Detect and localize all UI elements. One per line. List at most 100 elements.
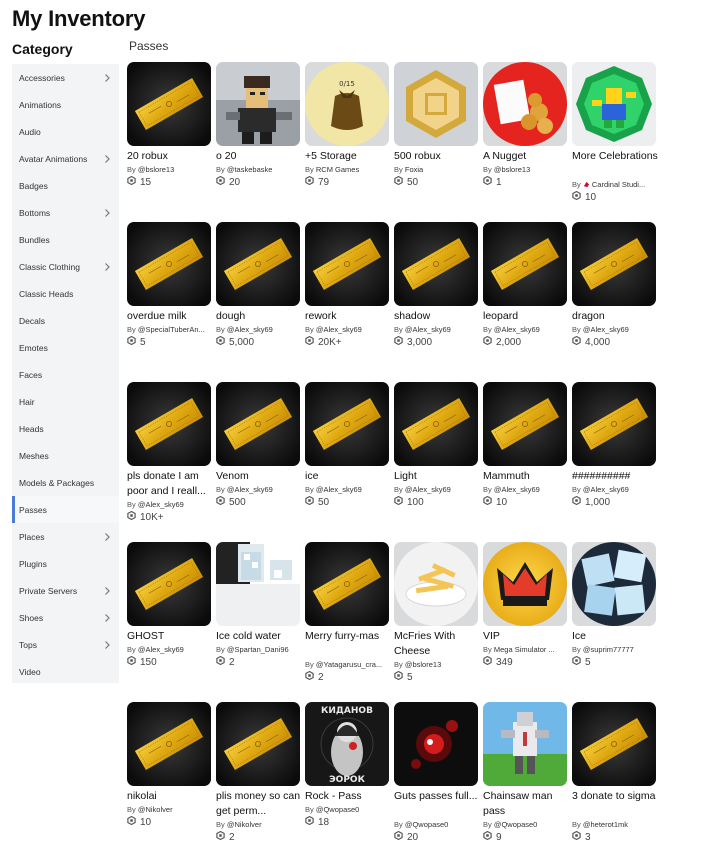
guts-image[interactable] [394, 702, 478, 786]
ticket-icon[interactable] [127, 542, 211, 626]
item-name[interactable]: More Celebrations [572, 149, 658, 178]
creator-link[interactable]: @SpecialTuberAn... [138, 325, 205, 334]
ticket-icon[interactable] [127, 62, 211, 146]
creator-link[interactable]: @Alex_sky69 [583, 485, 629, 494]
sidebar-item-faces[interactable]: Faces [12, 361, 119, 388]
rock-singer-image[interactable]: КИДАНОВ ЭОРОК [305, 702, 389, 786]
ticket-icon[interactable] [305, 382, 389, 466]
ticket-icon[interactable] [572, 222, 656, 306]
ticket-icon[interactable] [394, 222, 478, 306]
sidebar-item-plugins[interactable]: Plugins [12, 550, 119, 577]
creator-link[interactable]: @Qwopase0 [494, 820, 537, 829]
sidebar-item-badges[interactable]: Badges [12, 172, 119, 199]
item-name[interactable]: A Nugget [483, 149, 569, 164]
ticket-icon[interactable] [305, 542, 389, 626]
item-name[interactable]: 3 donate to sigma [572, 789, 658, 818]
item-name[interactable]: Ice cold water [216, 629, 302, 644]
celebration-badge-image[interactable] [572, 62, 656, 146]
sidebar-item-hair[interactable]: Hair [12, 388, 119, 415]
item-card[interactable]: 3 donate to sigma By @heterot1mk 3 [572, 702, 656, 852]
item-card[interactable]: dough By @Alex_sky69 5,000 [216, 222, 300, 372]
creator-link[interactable]: Mega Simulator ... [494, 645, 555, 654]
item-name[interactable]: Ice [572, 629, 658, 644]
item-name[interactable]: Light [394, 469, 480, 484]
storage-bag-image[interactable]: 0/15 [305, 62, 389, 146]
creator-link[interactable]: @Qwopase0 [405, 820, 448, 829]
item-card[interactable]: ########## By @Alex_sky69 1,000 [572, 382, 656, 532]
avatar-image[interactable] [216, 62, 300, 146]
item-name[interactable]: Merry furry-mas [305, 629, 391, 658]
item-name[interactable]: McFries With Cheese [394, 629, 480, 658]
fries-image[interactable] [394, 542, 478, 626]
item-name[interactable]: +5 Storage [305, 149, 391, 164]
item-card[interactable]: ice By @Alex_sky69 50 [305, 382, 389, 532]
item-card[interactable]: leopard By @Alex_sky69 2,000 [483, 222, 567, 372]
item-name[interactable]: rework [305, 309, 391, 324]
creator-link[interactable]: @Nikolver [138, 805, 173, 814]
creator-link[interactable]: @Nikolver [227, 820, 262, 829]
item-card[interactable]: rework By @Alex_sky69 20K+ [305, 222, 389, 372]
sidebar-item-audio[interactable]: Audio [12, 118, 119, 145]
ice-cubes-image[interactable] [572, 542, 656, 626]
ticket-icon[interactable] [394, 382, 478, 466]
item-card[interactable]: dragon By @Alex_sky69 4,000 [572, 222, 656, 372]
ticket-icon[interactable] [216, 222, 300, 306]
sidebar-item-classic-heads[interactable]: Classic Heads [12, 280, 119, 307]
item-card[interactable]: Merry furry-mas By @Yatagarusu_cra... 2 [305, 542, 389, 692]
ticket-icon[interactable] [216, 702, 300, 786]
item-name[interactable]: o 20 [216, 149, 302, 164]
sidebar-item-bundles[interactable]: Bundles [12, 226, 119, 253]
sidebar-item-avatar-animations[interactable]: Avatar Animations [12, 145, 119, 172]
item-card[interactable]: Chainsaw man pass By @Qwopase0 9 [483, 702, 567, 852]
crown-image[interactable] [483, 542, 567, 626]
ticket-icon[interactable] [483, 382, 567, 466]
ticket-icon[interactable] [216, 382, 300, 466]
creator-link[interactable]: @suprim77777 [583, 645, 634, 654]
item-name[interactable]: Guts passes full... [394, 789, 480, 818]
item-card[interactable]: КИДАНОВ ЭОРОК Rock - Pass By @Qwopase0 18 [305, 702, 389, 852]
creator-link[interactable]: @Spartan_Dani96 [227, 645, 289, 654]
item-name[interactable]: dough [216, 309, 302, 324]
creator-link[interactable]: @Alex_sky69 [405, 485, 451, 494]
creator-link[interactable]: @Alex_sky69 [583, 325, 629, 334]
item-card[interactable]: Ice cold water By @Spartan_Dani96 2 [216, 542, 300, 692]
item-name[interactable]: Mammuth [483, 469, 569, 484]
sidebar-item-tops[interactable]: Tops [12, 631, 119, 658]
item-card[interactable]: Venom By @Alex_sky69 500 [216, 382, 300, 532]
item-name[interactable]: 20 robux [127, 149, 213, 164]
creator-link[interactable]: @bslore13 [494, 165, 530, 174]
ticket-icon[interactable] [305, 222, 389, 306]
ticket-icon[interactable] [127, 382, 211, 466]
item-card[interactable]: Ice By @suprim77777 5 [572, 542, 656, 692]
creator-link[interactable]: Cardinal Studi... [592, 180, 645, 189]
item-name[interactable]: Rock - Pass [305, 789, 391, 804]
item-card[interactable]: GHOST By @Alex_sky69 150 [127, 542, 211, 692]
item-card[interactable]: pls donate I am poor and I reall... By @A… [127, 382, 211, 532]
sidebar-item-accessories[interactable]: Accessories [12, 64, 119, 91]
sidebar-item-animations[interactable]: Animations [12, 91, 119, 118]
sidebar-item-heads[interactable]: Heads [12, 415, 119, 442]
sidebar-item-video[interactable]: Video [12, 658, 119, 685]
creator-link[interactable]: @heterot1mk [583, 820, 628, 829]
item-card[interactable]: nikolai By @Nikolver 10 [127, 702, 211, 852]
item-card[interactable]: 0/15 +5 Storage By RCM Games 79 [305, 62, 389, 212]
creator-link[interactable]: @Alex_sky69 [494, 485, 540, 494]
creator-link[interactable]: @Alex_sky69 [316, 325, 362, 334]
ticket-icon[interactable] [127, 702, 211, 786]
ticket-icon[interactable] [483, 222, 567, 306]
sidebar-item-passes[interactable]: Passes [12, 496, 119, 523]
item-name[interactable]: Chainsaw man pass [483, 789, 569, 818]
nuggets-image[interactable] [483, 62, 567, 146]
sidebar-item-decals[interactable]: Decals [12, 307, 119, 334]
item-card[interactable]: Light By @Alex_sky69 100 [394, 382, 478, 532]
item-name[interactable]: ice [305, 469, 391, 484]
item-card[interactable]: More Celebrations By Cardinal Studi... 10 [572, 62, 658, 212]
item-card[interactable]: o 20 By @taskebaske 20 [216, 62, 300, 212]
creator-link[interactable]: @taskebaske [227, 165, 273, 174]
creator-link[interactable]: @Alex_sky69 [494, 325, 540, 334]
sidebar-item-classic-clothing[interactable]: Classic Clothing [12, 253, 119, 280]
item-name[interactable]: overdue milk [127, 309, 213, 324]
item-card[interactable]: plis money so can get perm... By @Nikolve… [216, 702, 300, 852]
item-card[interactable]: A Nugget By @bslore13 1 [483, 62, 567, 212]
item-card[interactable]: Mammuth By @Alex_sky69 10 [483, 382, 567, 532]
